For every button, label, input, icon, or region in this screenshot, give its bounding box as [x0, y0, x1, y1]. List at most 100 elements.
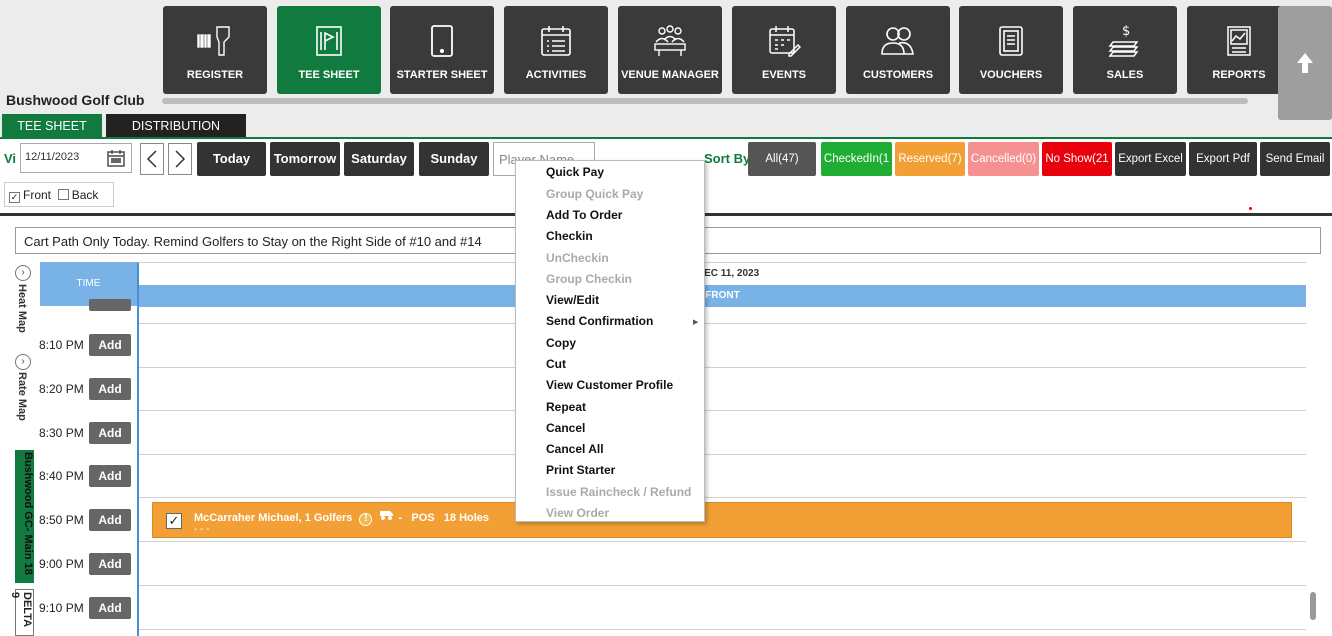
menu-checkin[interactable]: Checkin — [546, 229, 593, 243]
row-divider — [139, 497, 1306, 498]
add-slot-button[interactable]: Add — [89, 422, 131, 444]
tab-distribution-engine[interactable]: DISTRIBUTION ENGINE — [106, 114, 246, 157]
export-excel-button[interactable]: Export Excel — [1115, 142, 1186, 176]
booking-row[interactable]: ✓ McCarraher Michael, 1 Golfers ! - POS … — [152, 502, 1292, 538]
nav-sales-button[interactable]: $ SALES — [1073, 6, 1177, 94]
back-checkbox[interactable] — [57, 189, 69, 200]
expand-rate-map-icon[interactable]: › — [15, 354, 31, 370]
menu-uncheckin: UnCheckin — [546, 251, 609, 265]
nav-vouchers-label: VOUCHERS — [979, 69, 1043, 81]
users-group-icon — [846, 24, 950, 58]
prev-day-button[interactable] — [140, 143, 164, 175]
barcode-scanner-icon — [163, 24, 267, 58]
meeting-table-icon — [618, 24, 722, 58]
time-label: 8:10 PM — [39, 338, 84, 352]
nav-reports-button[interactable]: REPORTS — [1187, 6, 1291, 94]
calendar-icon[interactable] — [106, 148, 126, 171]
calendar-edit-icon — [732, 24, 836, 58]
menu-quick-pay[interactable]: Quick Pay — [546, 165, 604, 179]
view-label: Vi — [4, 151, 17, 166]
export-pdf-button[interactable]: Export Pdf — [1189, 142, 1257, 176]
submenu-arrow-icon: ▶ — [693, 319, 699, 326]
menu-cancel[interactable]: Cancel — [546, 421, 585, 435]
nav-reports-label: REPORTS — [1212, 69, 1266, 81]
golf-cart-icon — [379, 511, 395, 524]
tablet-icon — [390, 24, 494, 58]
menu-add-to-order[interactable]: Add To Order — [546, 208, 622, 222]
nav-events-button[interactable]: EVENTS — [732, 6, 836, 94]
nav-activities-button[interactable]: ACTIVITIES — [504, 6, 608, 94]
nav-activities-label: ACTIVITIES — [525, 69, 587, 81]
booking-player: McCarraher Michael, 1 Golfers — [194, 512, 353, 524]
time-label: 9:10 PM — [39, 601, 84, 615]
add-slot-button[interactable] — [89, 299, 131, 311]
tee-sheet-icon — [277, 24, 381, 58]
tab-underline — [0, 137, 1332, 139]
sunday-button[interactable]: Sunday — [419, 142, 489, 176]
filter-cancelled-button[interactable]: Cancelled(0) — [968, 142, 1039, 176]
menu-cancel-all[interactable]: Cancel All — [546, 442, 604, 456]
time-label: 8:20 PM — [39, 382, 84, 396]
nav-venue-manager-label: VENUE MANAGER — [621, 69, 719, 81]
filter-noshow-button[interactable]: No Show(21 — [1042, 142, 1112, 176]
menu-print-starter[interactable]: Print Starter — [546, 463, 615, 477]
nav-scrollbar[interactable] — [162, 98, 1248, 104]
expand-heat-map-icon[interactable]: › — [15, 265, 31, 281]
filter-reserved-button[interactable]: Reserved(7) — [895, 142, 965, 176]
add-slot-button[interactable]: Add — [89, 597, 131, 619]
tab-tee-sheet[interactable]: TEE SHEET — [2, 114, 102, 138]
menu-cut[interactable]: Cut — [546, 357, 566, 371]
arrow-up-icon — [1297, 53, 1313, 73]
menu-send-confirmation[interactable]: Send Confirmation — [546, 314, 653, 328]
nav-tee-sheet-button[interactable]: TEE SHEET — [277, 6, 381, 94]
booking-dots: - - - — [194, 524, 210, 535]
scroll-up-button[interactable] — [1278, 6, 1332, 120]
add-slot-button[interactable]: Add — [89, 334, 131, 356]
nav-register-button[interactable]: REGISTER — [163, 6, 267, 94]
row-divider — [139, 454, 1306, 455]
voucher-icon — [959, 24, 1063, 58]
svg-text:$: $ — [1122, 24, 1130, 39]
context-menu: Quick Pay Group Quick Pay Add To Order C… — [515, 160, 705, 522]
booking-pos: POS — [411, 512, 435, 524]
red-dot — [1249, 207, 1252, 210]
filter-checkedin-button[interactable]: CheckedIn(1 — [821, 142, 892, 176]
menu-copy[interactable]: Copy — [546, 336, 576, 350]
add-slot-button[interactable]: Add — [89, 465, 131, 487]
menu-view-customer-profile[interactable]: View Customer Profile — [546, 378, 673, 392]
saturday-button[interactable]: Saturday — [344, 142, 414, 176]
today-button[interactable]: Today — [197, 142, 266, 176]
course-tab-delta-9[interactable]: DELTA 9 — [9, 589, 34, 636]
grid-scrollbar[interactable] — [1310, 592, 1316, 620]
front-label: Front — [23, 188, 52, 202]
menu-view-edit[interactable]: View/Edit — [546, 293, 599, 307]
rate-map-tab[interactable]: Rate Map — [16, 372, 28, 421]
add-slot-button[interactable]: Add — [89, 553, 131, 575]
course-tab-main-18[interactable]: Bushwood GC- Main 18 — [15, 450, 34, 583]
booking-holes: 18 Holes — [443, 512, 490, 524]
nav-customers-button[interactable]: CUSTOMERS — [846, 6, 950, 94]
nav-customers-label: CUSTOMERS — [862, 69, 934, 81]
menu-group-checkin: Group Checkin — [546, 272, 633, 286]
row-divider — [139, 367, 1306, 368]
booking-checkbox[interactable]: ✓ — [166, 513, 182, 529]
row-divider — [139, 585, 1306, 586]
add-slot-button[interactable]: Add — [89, 509, 131, 531]
send-email-button[interactable]: Send Email — [1260, 142, 1330, 176]
sort-by-label: Sort By — [704, 151, 751, 166]
money-stack-icon: $ — [1073, 24, 1177, 58]
menu-repeat[interactable]: Repeat — [546, 400, 586, 414]
filter-all-button[interactable]: All(47) — [748, 142, 816, 176]
nav-starter-sheet-button[interactable]: STARTER SHEET — [390, 6, 494, 94]
tomorrow-button[interactable]: Tomorrow — [270, 142, 340, 176]
next-day-button[interactable] — [168, 143, 192, 175]
add-slot-button[interactable]: Add — [89, 378, 131, 400]
front-checkbox[interactable]: ✓ — [9, 192, 20, 203]
row-divider — [139, 541, 1306, 542]
nav-tee-sheet-label: TEE SHEET — [298, 69, 360, 81]
nav-vouchers-button[interactable]: VOUCHERS — [959, 6, 1063, 94]
nav-venue-manager-button[interactable]: VENUE MANAGER — [618, 6, 722, 94]
course-header: FRONT — [139, 285, 1306, 307]
heat-map-tab[interactable]: Heat Map — [16, 284, 28, 333]
menu-group-quick-pay: Group Quick Pay — [546, 187, 644, 201]
